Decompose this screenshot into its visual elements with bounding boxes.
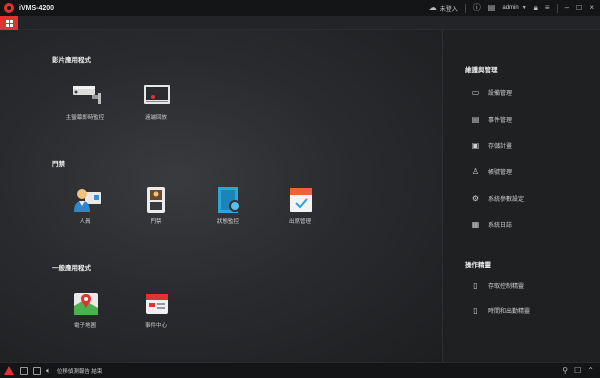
menu-item-label: 存取控制精靈	[488, 284, 525, 290]
menu-item-label: 設備管理	[488, 91, 513, 97]
divider	[556, 3, 558, 13]
menu-item-access-wizard[interactable]: ▯ 存取控制精靈	[471, 281, 524, 290]
speaker-icon[interactable]: 🔈︎	[46, 366, 51, 376]
close-icon[interactable]: ×	[589, 4, 594, 12]
event-center-icon	[143, 290, 169, 316]
playback-icon	[143, 82, 170, 108]
menu-item-label: 系統參數設定	[488, 197, 525, 203]
person-icon	[72, 186, 101, 212]
maintenance-title: 維護與管理	[465, 67, 498, 74]
divider	[464, 3, 466, 13]
trash-icon[interactable]	[20, 366, 28, 375]
tile-person[interactable]: 人員	[55, 186, 115, 225]
tile-remote-playback[interactable]: 遠端回放	[126, 82, 186, 121]
cloud-login[interactable]: ☁ 未登入	[429, 4, 458, 13]
tile-label: 主螢幕即時監控	[65, 115, 105, 121]
device-icon: ▭	[471, 88, 480, 97]
window-icon[interactable]: ☐	[574, 366, 581, 375]
user-name: admin	[502, 5, 519, 11]
tab-bar	[0, 16, 600, 30]
tile-label: 人員	[79, 219, 91, 225]
chevron-down-icon: ▼	[521, 4, 527, 11]
wizard-title: 操作精靈	[465, 262, 491, 269]
menu-icon[interactable]: ≡	[545, 4, 550, 12]
warning-icon[interactable]	[4, 366, 14, 375]
app-title: iVMS-4200	[19, 4, 55, 12]
title-bar: iVMS-4200 ☁ 未登入 ⓘ ▤ admin ▼ 🔒︎ ≡ – ☐ ×	[0, 0, 600, 16]
menu-item-storage-schedule[interactable]: ▣ 存儲計畫	[471, 141, 512, 150]
wizard-icon: ▯	[473, 306, 478, 315]
menu-item-label: 事件管理	[488, 118, 513, 124]
status-bar: 🔈︎ 位移偵測報告 結束 ⚲ ☐ ⌃	[0, 362, 600, 378]
menu-item-device-management[interactable]: ▭ 設備管理	[471, 88, 512, 97]
gear-icon: ⚙	[471, 194, 480, 203]
tile-label: 門禁	[150, 219, 162, 225]
chevron-up-icon[interactable]: ⌃	[587, 366, 594, 375]
tile-label: 狀態監控	[216, 219, 239, 225]
map-icon	[72, 290, 98, 316]
menu-item-label: 時間和出勤精靈	[488, 309, 531, 315]
status-bar-controls: ⚲ ☐ ⌃	[562, 366, 594, 375]
user-menu[interactable]: admin ▼	[502, 5, 526, 11]
status-monitor-icon	[215, 186, 241, 213]
tile-label: 事件中心	[144, 323, 167, 329]
tile-attendance[interactable]: 出席管理	[270, 186, 330, 225]
menu-item-account-management[interactable]: ♙ 帳號管理	[471, 167, 512, 176]
door-terminal-icon	[143, 186, 169, 213]
lock-icon[interactable]: 🔒︎	[534, 4, 538, 12]
event-icon: ▤	[471, 115, 480, 124]
tile-label: 出席管理	[288, 219, 311, 225]
minimize-icon[interactable]: –	[565, 4, 569, 12]
camera-icon	[72, 82, 101, 108]
log-icon: ▦	[471, 220, 480, 229]
section-title-general: 一般應用程式	[52, 265, 91, 272]
image-icon[interactable]	[33, 366, 41, 375]
storage-icon: ▣	[471, 141, 480, 150]
menu-item-attendance-wizard[interactable]: ▯ 時間和出勤精靈	[471, 306, 530, 315]
tile-label: 電子地圖	[73, 323, 96, 329]
account-icon: ♙	[471, 167, 480, 176]
maximize-icon[interactable]: ☐	[576, 5, 582, 12]
main-panel: 影片應用程式 主螢幕即時監控 遠端回放 門禁 人員 門禁 狀態監控 出席管理 一…	[0, 30, 442, 362]
pin-icon[interactable]: ⚲	[562, 366, 568, 375]
section-title-video: 影片應用程式	[52, 57, 91, 64]
status-icons: 🔈︎	[20, 366, 51, 376]
cloud-icon: ☁	[428, 3, 437, 12]
tile-label: 遠端回放	[144, 115, 167, 121]
tile-access-control[interactable]: 門禁	[126, 186, 186, 225]
status-message: 位移偵測報告 結束	[56, 368, 103, 375]
menu-item-system-settings[interactable]: ⚙ 系統參數設定	[471, 194, 524, 203]
info-icon[interactable]: ⓘ	[473, 4, 481, 12]
menu-item-system-log[interactable]: ▦ 系統日誌	[471, 220, 512, 229]
tile-emap[interactable]: 電子地圖	[55, 290, 115, 329]
menu-item-event-management[interactable]: ▤ 事件管理	[471, 115, 512, 124]
tile-main-view[interactable]: 主螢幕即時監控	[55, 82, 115, 121]
menu-item-label: 帳號管理	[488, 170, 513, 176]
calendar-icon	[287, 186, 313, 212]
title-bar-controls: ☁ 未登入 ⓘ ▤ admin ▼ 🔒︎ ≡ – ☐ ×	[429, 3, 594, 13]
cloud-login-label: 未登入	[439, 6, 458, 13]
menu-item-label: 系統日誌	[488, 223, 513, 229]
section-title-access: 門禁	[52, 161, 65, 168]
tile-event-center[interactable]: 事件中心	[126, 290, 186, 329]
menu-item-label: 存儲計畫	[488, 144, 513, 150]
tile-status-monitor[interactable]: 狀態監控	[198, 186, 258, 225]
right-panel: 維護與管理 ▭ 設備管理 ▤ 事件管理 ▣ 存儲計畫 ♙ 帳號管理 ⚙ 系統參數…	[442, 30, 600, 362]
home-tab-icon[interactable]	[0, 16, 18, 30]
tasks-icon[interactable]: ▤	[488, 4, 496, 12]
app-logo-icon	[4, 3, 14, 13]
wizard-icon: ▯	[473, 281, 478, 290]
